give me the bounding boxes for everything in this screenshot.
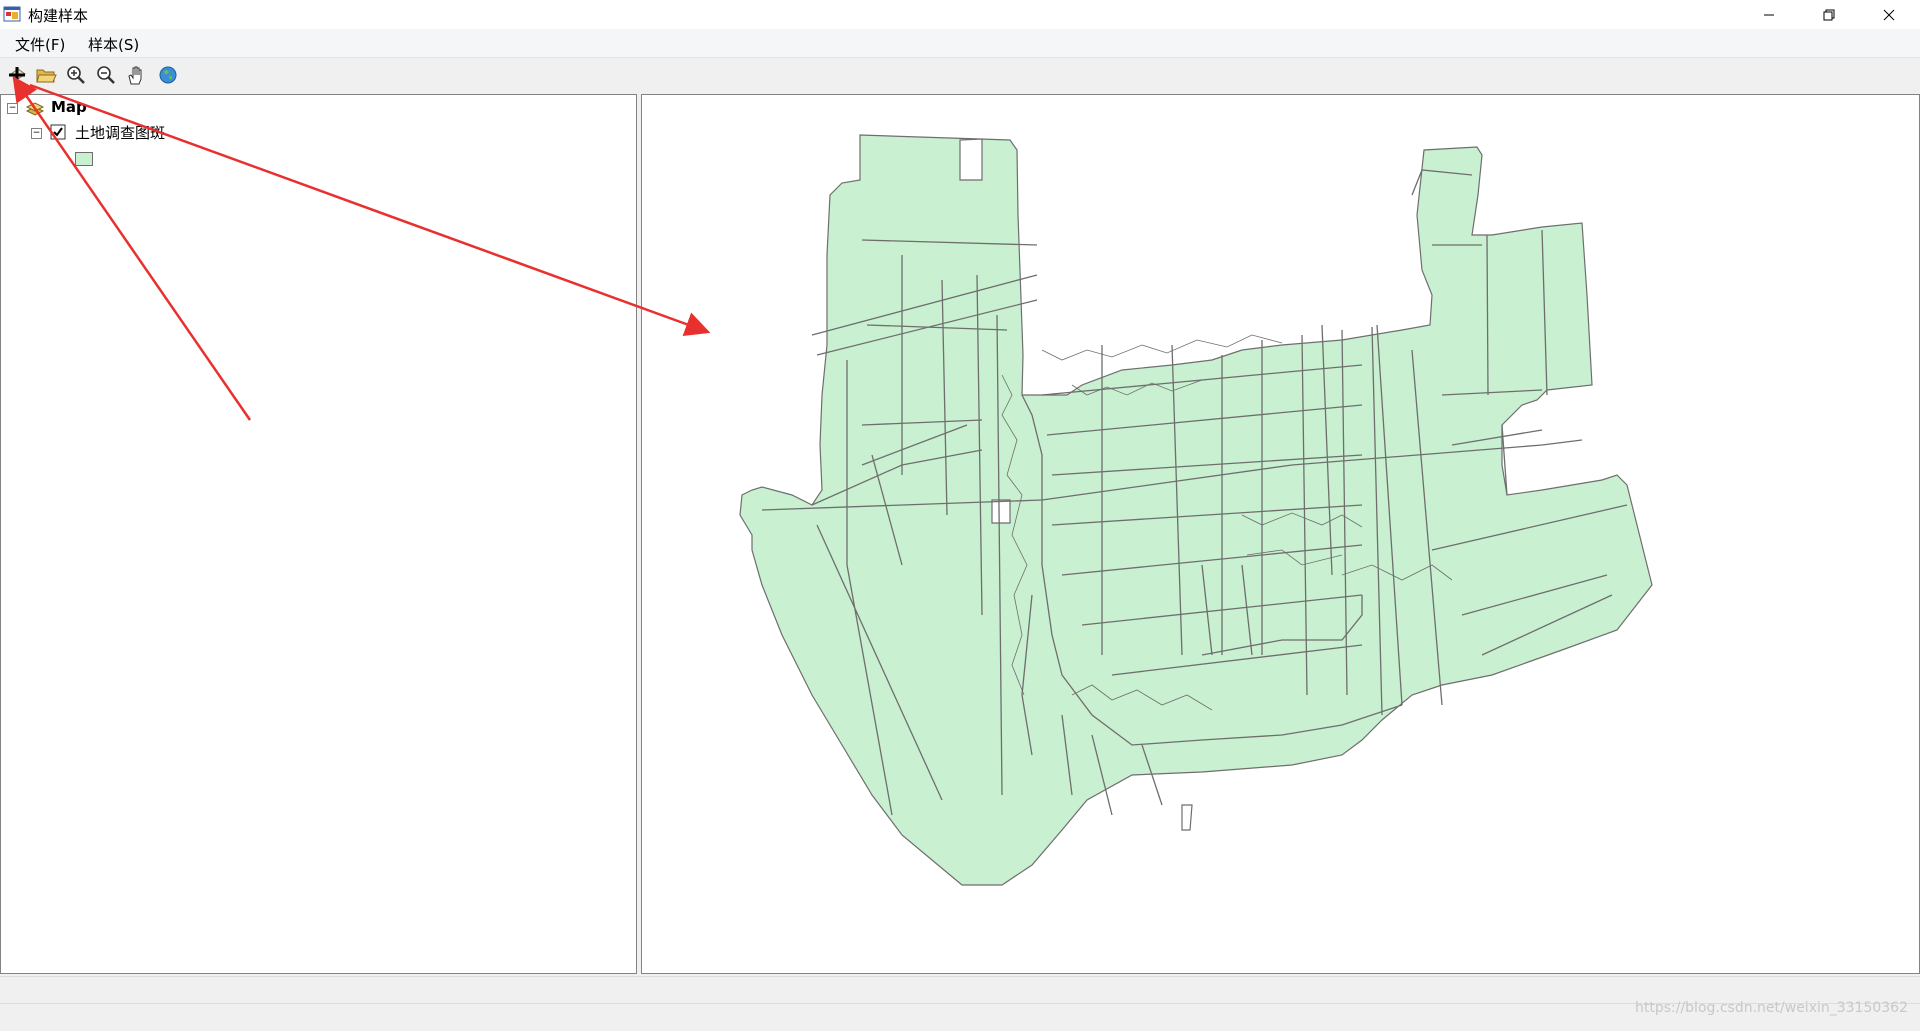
pan-icon [128, 66, 142, 85]
zoom-in-button[interactable] [64, 63, 88, 87]
map-hole [959, 138, 983, 181]
app-icon [3, 6, 21, 22]
collapse-map-toggle[interactable]: − [7, 103, 18, 114]
status-bar-upper [0, 976, 1920, 1003]
window-title: 构建样本 [28, 7, 89, 25]
restore-icon [1823, 9, 1835, 20]
zoom-out-button[interactable] [94, 63, 118, 87]
title-bar: 构建样本 [0, 0, 1920, 29]
map-hole [991, 499, 1011, 524]
layer-symbol-swatch [75, 152, 93, 166]
collapse-layer-toggle[interactable]: − [31, 128, 42, 139]
map-hole [1181, 804, 1193, 831]
full-extent-icon [159, 66, 177, 84]
add-data-icon [9, 67, 26, 83]
close-button[interactable] [1860, 0, 1918, 29]
toc-panel: − Map − 土地调查图斑 [0, 94, 637, 974]
minimize-icon [1764, 14, 1774, 15]
land-parcels-layer [739, 134, 1653, 886]
map-root-label: Map [51, 98, 87, 116]
minimize-button[interactable] [1740, 0, 1798, 29]
menu-bar: 文件(F) 样本(S) [0, 29, 1920, 58]
open-icon [36, 69, 57, 83]
menu-sample[interactable]: 样本(S) [88, 34, 139, 55]
watermark-text: https://blog.csdn.net/weixin_33150362 [1634, 1000, 1908, 1016]
map-layers-icon [25, 102, 45, 116]
restore-button[interactable] [1800, 0, 1858, 29]
close-icon [1883, 9, 1895, 20]
menu-file[interactable]: 文件(F) [15, 34, 65, 55]
add-data-button[interactable] [5, 63, 29, 87]
layer-visibility-checkbox[interactable] [50, 124, 66, 140]
map-view[interactable] [641, 94, 1920, 974]
land-survey-polygon [739, 134, 1653, 886]
zoom-in-icon [67, 66, 85, 84]
layer-label: 土地调查图斑 [75, 124, 166, 142]
status-bar-lower [0, 1003, 1920, 1031]
map-canvas[interactable] [642, 95, 1919, 973]
pan-button[interactable] [124, 63, 148, 87]
open-button[interactable] [34, 63, 58, 87]
toolbar [0, 58, 1920, 92]
zoom-out-icon [97, 66, 115, 84]
full-extent-button[interactable] [156, 63, 180, 87]
